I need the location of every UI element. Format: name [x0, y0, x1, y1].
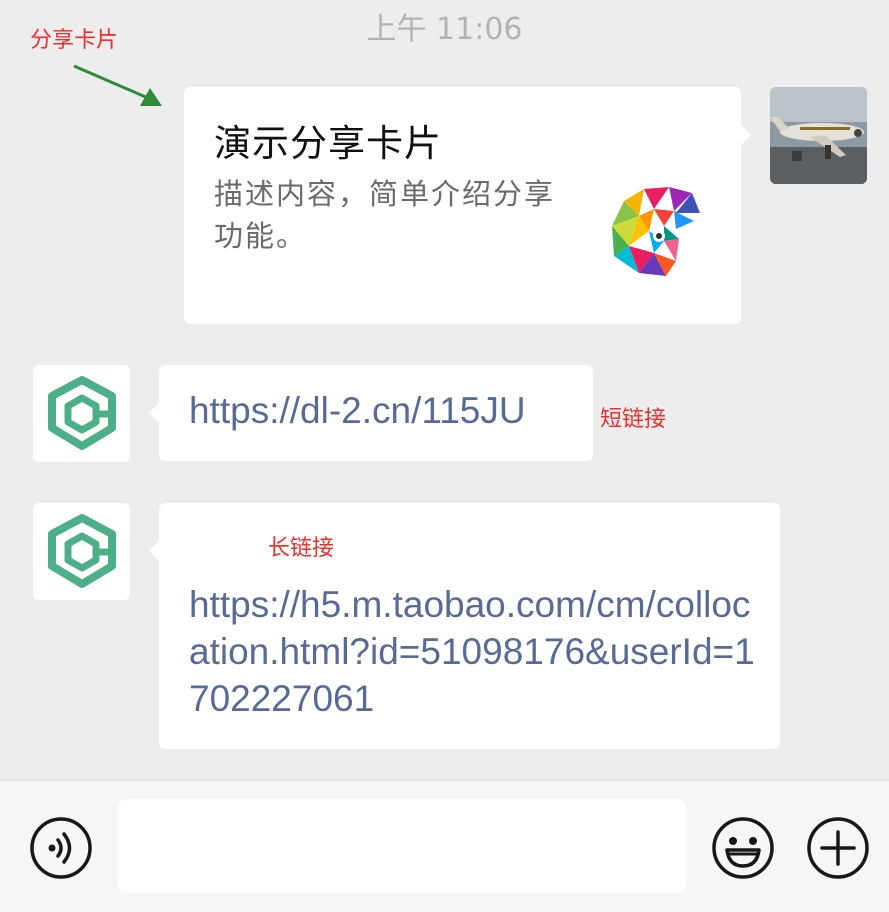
share-card-description: 描述内容，简单介绍分享功能。 — [214, 177, 556, 253]
message-input[interactable] — [118, 799, 686, 893]
annotation-arrow-icon — [73, 64, 162, 106]
long-link-text[interactable]: https://h5.m.taobao.com/cm/collocation.h… — [189, 581, 759, 722]
share-card[interactable]: 演示分享卡片 描述内容，简单介绍分享功能。 — [184, 87, 751, 324]
hexagon-logo-icon — [47, 513, 116, 588]
annotation-short-link: 短链接 — [600, 407, 667, 432]
short-link-text[interactable]: https://dl-2.cn/115JU — [189, 390, 526, 432]
user-avatar[interactable] — [770, 87, 867, 184]
hexagon-logo-icon — [47, 375, 116, 450]
voice-icon[interactable] — [29, 816, 93, 880]
chat-area: 上午 11:06 分享卡片 演示分享卡片 描述内容，简单介绍分享功能。 http… — [0, 0, 889, 780]
bot-avatar[interactable] — [33, 503, 130, 600]
message-bubble-long-link[interactable]: https://h5.m.taobao.com/cm/collocation.h… — [149, 503, 780, 749]
share-card-title: 演示分享卡片 — [214, 122, 442, 165]
message-timestamp: 上午 11:06 — [366, 12, 523, 47]
message-bubble-short-link[interactable]: https://dl-2.cn/115JU — [149, 365, 593, 461]
bot-avatar[interactable] — [33, 365, 130, 462]
bubble-tail — [149, 541, 159, 561]
annotation-long-link: 长链接 — [268, 536, 335, 561]
plus-icon[interactable] — [806, 816, 870, 880]
annotation-share-card: 分享卡片 — [30, 28, 119, 53]
bubble-tail — [741, 125, 751, 145]
chameleon-logo-icon — [612, 187, 700, 276]
airplane-photo-icon — [770, 87, 867, 184]
bubble-tail — [149, 403, 159, 423]
input-bar — [0, 780, 889, 912]
emoji-icon[interactable] — [711, 816, 775, 880]
